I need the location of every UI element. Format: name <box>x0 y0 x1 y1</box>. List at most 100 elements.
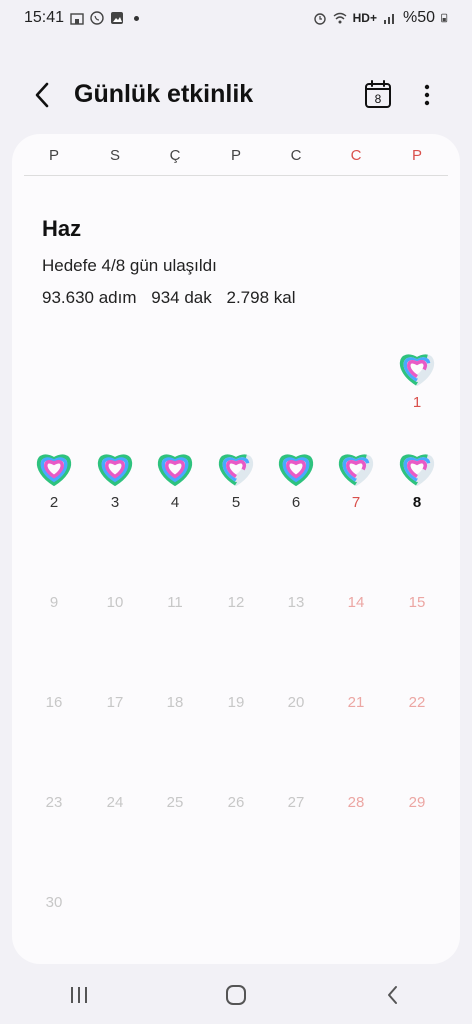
calendar-button[interactable]: 8 <box>364 79 392 109</box>
day-number: 17 <box>106 694 124 711</box>
status-right: HD+ %50 <box>313 9 450 27</box>
day-number: 24 <box>106 794 124 811</box>
calories-total: 2.798 kal <box>226 288 296 307</box>
whatsapp-icon <box>90 11 104 25</box>
status-left: 15:41 <box>24 9 140 27</box>
calendar-day-24: 24 <box>85 794 145 811</box>
goal-summary: Hedefe 4/8 gün ulaşıldı <box>42 256 217 275</box>
status-bar: 15:41 HD+ %50 <box>0 0 472 36</box>
calendar-day-22: 22 <box>387 694 447 711</box>
gallery-icon <box>111 12 124 24</box>
day-number: 25 <box>166 794 184 811</box>
wifi-icon <box>333 12 347 24</box>
stats-summary: 93.630 adım 934 dak 2.798 kal <box>42 288 305 308</box>
nav-back-button[interactable] <box>373 975 413 1015</box>
activity-ring-icon <box>338 454 374 487</box>
day-number: 12 <box>227 594 245 611</box>
day-number: 29 <box>408 794 426 811</box>
status-time: 15:41 <box>24 9 65 26</box>
day-number: 30 <box>45 894 63 911</box>
alarm-icon <box>313 13 326 25</box>
minutes-total: 934 dak <box>151 288 212 307</box>
steps-total: 93.630 adım <box>42 288 137 307</box>
calendar-day-26: 26 <box>206 794 266 811</box>
calendar-day-20: 20 <box>266 694 326 711</box>
network-label: HD+ <box>352 11 377 25</box>
calendar-day-5[interactable]: 5 <box>206 446 266 511</box>
day-number: 23 <box>45 794 63 811</box>
weekday-label: P <box>411 147 422 164</box>
day-number: 14 <box>347 594 365 611</box>
day-number: 19 <box>227 694 245 711</box>
day-number: 26 <box>227 794 245 811</box>
activity-ring-icon <box>399 354 435 387</box>
day-number: 3 <box>110 494 120 511</box>
calendar-day-17: 17 <box>85 694 145 711</box>
day-number: 21 <box>347 694 365 711</box>
day-number: 10 <box>106 594 124 611</box>
signal-icon <box>383 14 394 24</box>
calendar-day-28: 28 <box>326 794 386 811</box>
day-number: 8 <box>412 494 422 511</box>
activity-card: P S Ç P C C P Haz Hedefe 4/8 gün ulaşıldı 93.6… <box>12 134 460 964</box>
day-number: 20 <box>287 694 305 711</box>
calendar-day-1[interactable]: 1 <box>387 346 447 411</box>
day-number: 13 <box>287 594 305 611</box>
activity-ring-icon <box>36 454 72 487</box>
weekday-label: S <box>109 147 120 164</box>
day-number: 16 <box>45 694 63 711</box>
activity-ring-icon <box>399 454 435 487</box>
activity-ring-icon <box>157 454 193 487</box>
day-number: 11 <box>167 594 183 611</box>
day-number: 28 <box>347 794 365 811</box>
back-icon <box>388 986 398 1004</box>
day-number: 4 <box>170 494 180 511</box>
weekday-header: PSÇPCCP <box>12 134 460 176</box>
day-number: 5 <box>231 494 241 511</box>
calendar-day-14: 14 <box>326 594 386 611</box>
calendar-day-21: 21 <box>326 694 386 711</box>
navigation-bar <box>0 966 472 1024</box>
day-number: 18 <box>166 694 184 711</box>
divider <box>24 175 448 176</box>
calendar-day-11: 11 <box>145 594 205 611</box>
calendar-day-25: 25 <box>145 794 205 811</box>
activity-ring-icon <box>97 454 133 487</box>
home-button[interactable] <box>216 975 256 1015</box>
recent-apps-button[interactable] <box>59 975 99 1015</box>
weekday-label: C <box>290 147 302 164</box>
battery-label: %50 <box>402 9 435 26</box>
weekday-label: Ç <box>169 147 181 164</box>
day-number: 27 <box>287 794 305 811</box>
calendar-day-4[interactable]: 4 <box>145 446 205 511</box>
calendar-day-8[interactable]: 8 <box>387 446 447 511</box>
calendar-day-7[interactable]: 7 <box>326 446 386 511</box>
calendar-day-29: 29 <box>387 794 447 811</box>
calendar-day-30: 30 <box>24 894 84 911</box>
day-number: 22 <box>408 694 426 711</box>
day-number: 2 <box>49 494 59 511</box>
calendar-icon: 8 <box>365 80 391 108</box>
dot-icon <box>134 15 140 21</box>
weekday-label: P <box>48 147 59 164</box>
activity-ring-icon <box>278 454 314 487</box>
calendar-day-23: 23 <box>24 794 84 811</box>
calendar-day: 8 <box>375 92 382 106</box>
calendar-day-18: 18 <box>145 694 205 711</box>
app-header: Günlük etkinlik 8 <box>0 66 472 126</box>
weekday-label: P <box>230 147 241 164</box>
building-icon <box>70 13 84 25</box>
back-arrow-icon[interactable] <box>28 80 58 110</box>
home-icon <box>225 985 246 1005</box>
calendar-day-10: 10 <box>85 594 145 611</box>
calendar-day-2[interactable]: 2 <box>24 446 84 511</box>
more-options-icon[interactable] <box>418 80 436 110</box>
calendar-day-3[interactable]: 3 <box>85 446 145 511</box>
calendar-day-16: 16 <box>24 694 84 711</box>
calendar-day-15: 15 <box>387 594 447 611</box>
day-number: 1 <box>412 394 422 411</box>
calendar-day-6[interactable]: 6 <box>266 446 326 511</box>
weekday-label: C <box>350 147 362 164</box>
day-number: 9 <box>49 594 59 611</box>
month-title: Haz <box>42 216 82 241</box>
